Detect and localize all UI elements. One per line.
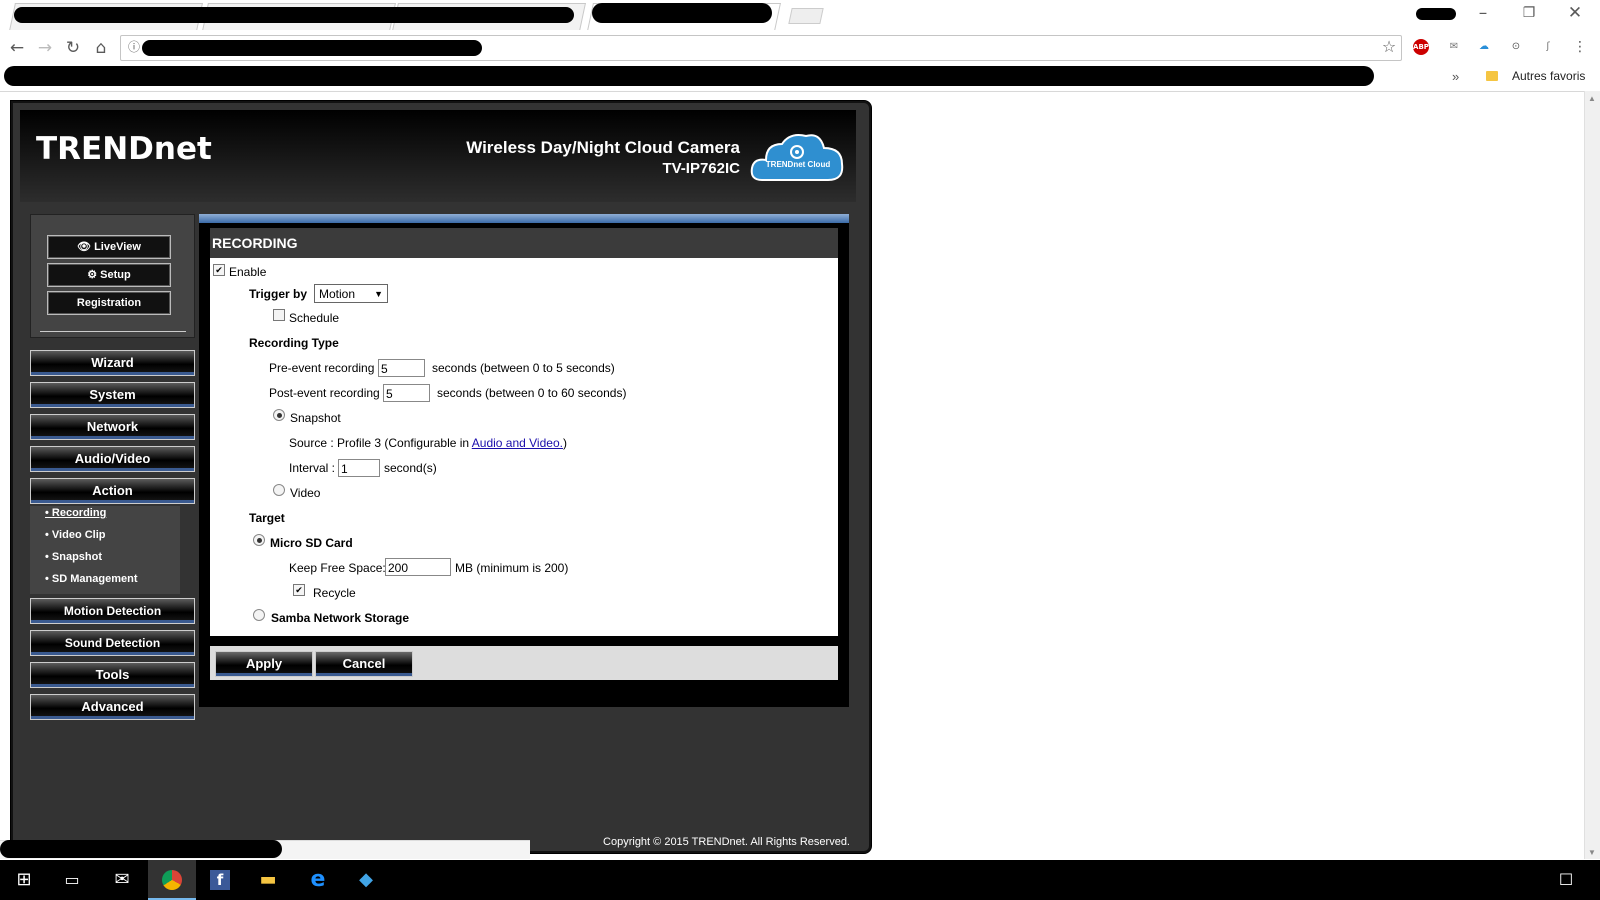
keep-free-input[interactable]: 200 xyxy=(385,558,451,576)
apply-button[interactable]: Apply xyxy=(215,651,313,677)
reload-icon[interactable]: ↻ xyxy=(62,37,84,59)
content-top-bar xyxy=(199,214,849,223)
interval-unit: second(s) xyxy=(384,461,437,475)
redacted-bookmarks xyxy=(4,66,1374,86)
facebook-icon[interactable]: f xyxy=(196,860,244,900)
redacted-profile xyxy=(1416,8,1456,20)
nav-system[interactable]: System xyxy=(30,382,195,408)
scroll-down-icon[interactable]: ▼ xyxy=(1588,848,1596,857)
file-explorer-icon[interactable]: ▬ xyxy=(244,860,292,900)
eye-icon: 👁 xyxy=(77,241,95,253)
product-title: Wireless Day/Night Cloud Camera xyxy=(466,138,740,157)
nav-network[interactable]: Network xyxy=(30,414,195,440)
setup-button[interactable]: ⚙ Setup xyxy=(47,263,171,287)
restore-icon[interactable]: ❐ xyxy=(1518,2,1540,24)
forward-icon[interactable]: → xyxy=(34,37,56,59)
mail-extension-icon[interactable]: ✉ xyxy=(1446,39,1462,55)
app-icon[interactable]: ◆ xyxy=(342,860,390,900)
nav-tools[interactable]: Tools xyxy=(30,662,195,688)
keep-free-hint: MB (minimum is 200) xyxy=(455,561,569,575)
cloud-logo-icon xyxy=(750,134,844,181)
registration-button[interactable]: Registration xyxy=(47,291,171,315)
vertical-scrollbar[interactable] xyxy=(1584,91,1600,859)
subnav-video-clip[interactable]: • Video Clip xyxy=(45,529,106,541)
edge-icon[interactable]: e xyxy=(294,860,342,900)
micro-sd-radio[interactable] xyxy=(253,534,265,546)
new-tab-button[interactable] xyxy=(788,8,824,24)
chrome-icon[interactable] xyxy=(148,860,196,900)
pre-event-label: Pre-event recording xyxy=(269,361,375,375)
cloud-badge-text: TRENDnet Cloud xyxy=(765,160,831,169)
minimize-icon[interactable]: – xyxy=(1472,2,1494,24)
redacted-tab-titles xyxy=(14,7,574,23)
post-event-input[interactable]: 5 xyxy=(383,384,430,402)
nav-motion-detection[interactable]: Motion Detection xyxy=(30,598,195,624)
post-event-hint: seconds (between 0 to 60 seconds) xyxy=(437,386,627,400)
enable-label: Enable xyxy=(229,265,267,279)
samba-radio[interactable] xyxy=(253,609,265,621)
samba-label: Samba Network Storage xyxy=(271,611,410,625)
cloud-extension-icon[interactable]: ☁ xyxy=(1476,39,1492,55)
home-icon[interactable]: ⌂ xyxy=(90,37,112,59)
menu-icon[interactable]: ⋮ xyxy=(1572,39,1588,55)
bookmarks-overflow-button[interactable]: » xyxy=(1452,69,1459,84)
pre-event-input[interactable]: 5 xyxy=(378,359,425,377)
gear-icon: ⚙ xyxy=(87,269,101,281)
pre-event-hint: seconds (between 0 to 5 seconds) xyxy=(432,361,615,375)
post-event-label: Post-event recording xyxy=(269,386,380,400)
dropdown-arrow-icon: ▼ xyxy=(374,289,383,299)
target-heading: Target xyxy=(249,511,285,525)
interval-label: Interval : xyxy=(289,461,336,475)
start-icon[interactable]: ⊞ xyxy=(0,860,48,900)
subnav-snapshot[interactable]: • Snapshot xyxy=(45,551,102,563)
brand-logo: TRENDnet xyxy=(36,131,212,167)
divider xyxy=(40,331,186,332)
keep-free-label: Keep Free Space: xyxy=(289,561,386,575)
interval-input[interactable]: 1 xyxy=(338,459,380,477)
redacted-active-tab-title xyxy=(592,3,772,23)
video-radio[interactable] xyxy=(273,484,285,496)
other-bookmarks-link[interactable]: Autres favoris xyxy=(1512,69,1585,83)
mail-icon[interactable]: ✉ xyxy=(98,860,146,900)
copyright-text: Copyright © 2015 TRENDnet. All Rights Re… xyxy=(603,836,850,848)
source-text: Source : Profile 3 (Configurable in Audi… xyxy=(289,436,567,450)
product-model: TV-IP762IC xyxy=(662,160,740,177)
recycle-checkbox[interactable]: ✔ xyxy=(293,584,305,596)
adblock-icon[interactable]: ABP xyxy=(1413,39,1429,55)
snapshot-label: Snapshot xyxy=(290,411,341,425)
snapshot-radio[interactable] xyxy=(273,409,285,421)
nav-action[interactable]: Action xyxy=(30,478,195,504)
recycle-label: Recycle xyxy=(313,586,356,600)
recording-title: RECORDING xyxy=(210,228,838,258)
enable-checkbox[interactable]: ✔ xyxy=(213,264,225,276)
close-icon[interactable]: ✕ xyxy=(1564,2,1586,24)
trigger-label: Trigger by xyxy=(249,287,308,301)
extension-icon[interactable]: ⊙ xyxy=(1508,39,1524,55)
nav-audio-video[interactable]: Audio/Video xyxy=(30,446,195,472)
schedule-checkbox[interactable] xyxy=(273,309,285,321)
subnav-recording[interactable]: • Recording xyxy=(45,507,106,519)
audio-video-link[interactable]: Audio and Video. xyxy=(472,436,563,450)
task-view-icon[interactable]: ▭ xyxy=(48,860,96,900)
nav-wizard[interactable]: Wizard xyxy=(30,350,195,376)
live-view-button[interactable]: 👁 LiveView xyxy=(47,235,171,259)
back-icon[interactable]: ← xyxy=(6,37,28,59)
schedule-label: Schedule xyxy=(289,311,340,325)
redacted-status-url xyxy=(0,840,282,858)
recording-type-heading: Recording Type xyxy=(249,336,339,350)
cancel-button[interactable]: Cancel xyxy=(315,651,413,677)
folder-icon xyxy=(1486,71,1498,81)
trigger-select[interactable]: Motion ▼ xyxy=(314,284,388,303)
notifications-icon[interactable]: ☐ xyxy=(1542,860,1590,900)
redacted-url xyxy=(142,40,482,56)
video-label: Video xyxy=(290,486,321,500)
subnav-sd-management[interactable]: • SD Management xyxy=(45,573,137,585)
scroll-up-icon[interactable]: ▲ xyxy=(1588,94,1596,103)
nav-sound-detection[interactable]: Sound Detection xyxy=(30,630,195,656)
bookmark-star-icon[interactable]: ☆ xyxy=(1378,36,1400,58)
extension-icon[interactable]: ʃ xyxy=(1540,39,1556,55)
nav-advanced[interactable]: Advanced xyxy=(30,694,195,720)
micro-sd-label: Micro SD Card xyxy=(270,536,353,550)
